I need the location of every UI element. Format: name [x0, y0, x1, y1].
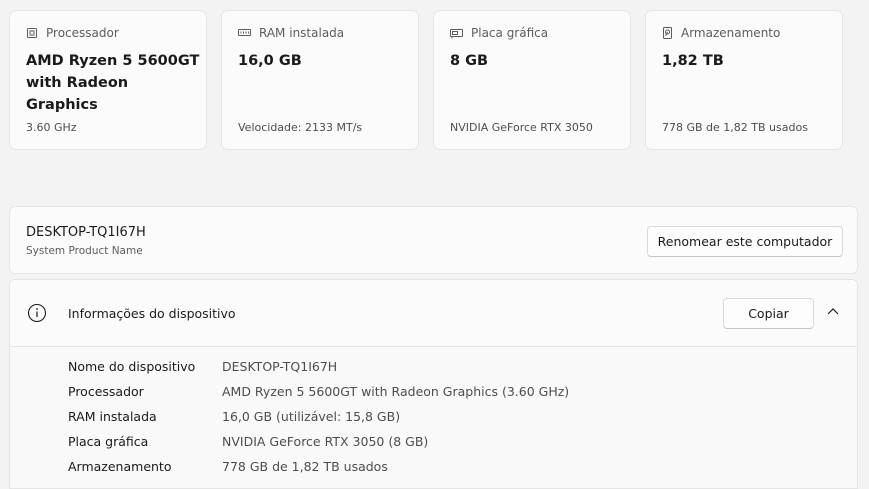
spec-row-storage: Armazenamento 778 GB de 1,82 TB usados — [68, 459, 388, 474]
device-info-header[interactable]: Informações do dispositivo Copiar — [10, 280, 857, 347]
spec-row-processor: Processador AMD Ryzen 5 5600GT with Rade… — [68, 384, 569, 399]
card-value: AMD Ryzen 5 5600GT with Radeon Graphics — [26, 53, 200, 113]
card-subtext: NVIDIA GeForce RTX 3050 — [450, 121, 593, 134]
card-value: 16,0 GB — [238, 53, 302, 69]
card-category-label: Placa gráfica — [471, 26, 549, 40]
card-subtext: Velocidade: 2133 MT/s — [238, 121, 363, 134]
card-category: Processador — [26, 26, 119, 40]
card-category: RAM instalada — [238, 26, 344, 40]
chevron-up-icon[interactable] — [827, 307, 839, 315]
card-category-label: Processador — [46, 26, 119, 40]
spec-row-device-name: Nome do dispositivo DESKTOP-TQ1I67H — [68, 359, 337, 374]
device-info-panel: Informações do dispositivo Copiar Nome d… — [9, 279, 858, 489]
storage-icon — [663, 27, 672, 39]
processor-icon — [27, 28, 37, 38]
spec-value: DESKTOP-TQ1I67H — [222, 359, 338, 374]
device-name: DESKTOP-TQ1I67H — [26, 225, 146, 240]
info-icon — [27, 303, 47, 323]
system-product-name: System Product Name — [26, 245, 143, 257]
spec-value: 778 GB de 1,82 TB usados — [222, 459, 388, 474]
card-subtext: 3.60 GHz — [26, 121, 77, 134]
storage-card: Armazenamento 1,82 TB 778 GB de 1,82 TB … — [645, 10, 843, 150]
card-category: Armazenamento — [662, 26, 780, 40]
spec-row-ram: RAM instalada 16,0 GB (utilizável: 15,8 … — [68, 409, 400, 424]
pc-name-panel: DESKTOP-TQ1I67H System Product Name Reno… — [9, 206, 858, 274]
card-category: Placa gráfica — [450, 26, 548, 40]
card-value: 1,82 TB — [662, 53, 724, 69]
spec-key: Placa gráfica — [68, 434, 149, 449]
processor-card: Processador AMD Ryzen 5 5600GT with Rade… — [9, 10, 207, 150]
spec-key: Nome do dispositivo — [68, 359, 196, 374]
card-subtext: 778 GB de 1,82 TB usados — [662, 121, 808, 134]
device-info-title: Informações do dispositivo — [68, 306, 236, 321]
ram-icon — [238, 29, 251, 36]
gpu-icon — [450, 28, 463, 38]
rename-pc-button[interactable]: Renomear este computador — [647, 226, 843, 257]
spec-row-gpu: Placa gráfica NVIDIA GeForce RTX 3050 (8… — [68, 434, 428, 449]
copy-button[interactable]: Copiar — [723, 298, 814, 329]
ram-card: RAM instalada 16,0 GB Velocidade: 2133 M… — [221, 10, 419, 150]
gpu-card: Placa gráfica 8 GB NVIDIA GeForce RTX 30… — [433, 10, 631, 150]
spec-key: Armazenamento — [68, 459, 172, 474]
card-value: 8 GB — [450, 53, 489, 69]
card-category-label: Armazenamento — [681, 26, 781, 40]
spec-value: AMD Ryzen 5 5600GT with Radeon Graphics … — [222, 384, 570, 399]
spec-key: Processador — [68, 384, 144, 399]
card-category-label: RAM instalada — [259, 26, 345, 40]
spec-value: 16,0 GB (utilizável: 15,8 GB) — [222, 409, 401, 424]
spec-value: NVIDIA GeForce RTX 3050 (8 GB) — [222, 434, 429, 449]
spec-key: RAM instalada — [68, 409, 157, 424]
